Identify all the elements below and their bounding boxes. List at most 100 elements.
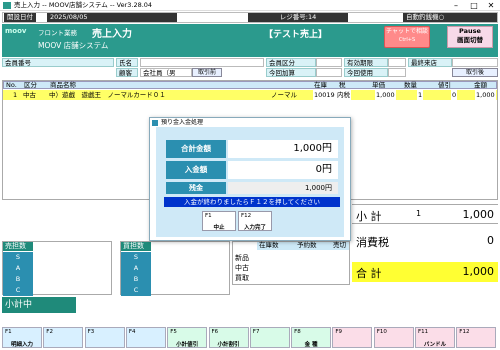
- fkey-label: 小計割引: [217, 342, 240, 348]
- points-add-field[interactable]: [316, 68, 342, 77]
- row-no: 1: [13, 91, 18, 99]
- name-field[interactable]: [140, 58, 264, 67]
- row-name: 中）遊戯 遊戯王 ノーマルカード０１: [49, 91, 166, 99]
- fkey-f3[interactable]: F3: [84, 327, 125, 348]
- f12-label: 入力完了: [243, 225, 266, 231]
- col-kubun: 区分: [24, 81, 37, 89]
- complete-f12-button[interactable]: F12 入力完了: [238, 211, 272, 231]
- tax-amount: 0: [487, 234, 494, 247]
- rank-c: C: [15, 286, 21, 294]
- points-use-field[interactable]: [388, 68, 406, 77]
- chat-button[interactable]: チャットで相談 Ctrl+S: [384, 26, 430, 48]
- summary-panel: 小 計 1 1,000 消費税 0 合 計 1,000: [352, 200, 498, 290]
- col-name: 商品名称: [50, 81, 76, 89]
- page-title: 売上入力: [92, 29, 132, 40]
- total-label: 合 計: [356, 267, 382, 280]
- stock-box: 在庫数 予約数 売切 新品 中古 買取: [232, 241, 350, 285]
- member-type-field[interactable]: [316, 58, 342, 67]
- f1-label: 中止: [213, 225, 225, 231]
- fkey-number: F9: [335, 329, 343, 335]
- dialog-title: 預り金入金処理: [161, 119, 204, 126]
- row-cond: ノーマル: [271, 91, 297, 99]
- fkey-f5[interactable]: F5 小計値引: [167, 327, 208, 348]
- name-label: 氏名: [116, 58, 138, 67]
- staff-grids: 売担数 SABC 買担数 SABC: [2, 241, 232, 296]
- fkey-f1[interactable]: F1 明細入力: [2, 327, 42, 348]
- fkey-f11[interactable]: F11 バンドル: [415, 327, 455, 348]
- buy-staff-grid: 買担数 SABC: [120, 241, 230, 296]
- fkey-f2[interactable]: F2: [43, 327, 84, 348]
- col-amount: 金額: [474, 81, 487, 89]
- tax-row: 消費税 0: [352, 230, 498, 252]
- fkey-f8[interactable]: F8 金 種: [291, 327, 332, 348]
- history-button[interactable]: 取引後: [452, 68, 498, 77]
- stock-col-2: 売切: [333, 241, 346, 249]
- total-row: 合 計 1,000: [352, 262, 498, 282]
- buy-ranks: SABC: [121, 252, 151, 296]
- fkey-label: 小計値引: [176, 342, 199, 348]
- last-visit-field[interactable]: [452, 58, 498, 67]
- paid-amount-label: 入金額: [166, 161, 226, 179]
- dialog-message: 入金が終わりましたらＦ１２を押してください: [164, 197, 340, 207]
- total-amount-label: 合計金額: [166, 140, 226, 158]
- rank-a: A: [15, 264, 21, 272]
- expiry-field[interactable]: [388, 58, 406, 67]
- fkey-f10[interactable]: F10: [373, 327, 414, 348]
- points-use-label: 今回使用: [344, 68, 388, 77]
- member-no-label: 会員番号: [2, 58, 114, 67]
- dialog-body: 合計金額 1,000円 入金額 0円 残金 1,000円 入金が終わりましたらＦ…: [156, 127, 344, 237]
- dept-label: フロント業務: [38, 29, 77, 37]
- row-tax: 内税: [336, 90, 351, 100]
- stock-header: 在庫数 予約数 売切: [257, 242, 349, 250]
- table-row[interactable]: 1 中古 中）遊戯 遊戯王 ノーマルカード０１ ノーマル 10019 内税 1,…: [3, 90, 497, 100]
- change-label: 残金: [166, 182, 226, 194]
- fkey-f6[interactable]: F6 小計割引: [208, 327, 249, 348]
- stock-rows: 新品 中古 買取: [233, 253, 257, 283]
- rank-b: B: [133, 275, 139, 283]
- pause-button[interactable]: Pause 画面切替: [447, 26, 493, 48]
- col-price: 単価: [372, 81, 385, 89]
- fkey-number: F10: [376, 329, 387, 335]
- rank-s: S: [133, 253, 139, 261]
- fkey-f12[interactable]: F12: [456, 327, 497, 348]
- fkey-f9[interactable]: F9: [332, 327, 373, 348]
- fkey-number: F5: [170, 329, 177, 335]
- fkey-f4[interactable]: F4: [125, 327, 166, 348]
- fkey-f7[interactable]: F7: [249, 327, 290, 348]
- fkey-number: F1: [5, 329, 12, 335]
- rank-b: B: [15, 275, 21, 283]
- expiry-label: 有効期限: [344, 58, 388, 67]
- tax-label: 消費税: [356, 236, 389, 249]
- cancel-f1-button[interactable]: F1 中止: [202, 211, 236, 231]
- fkey-number: F12: [459, 329, 470, 335]
- f1-key: F1: [205, 213, 212, 219]
- paid-amount-field[interactable]: 0円: [228, 161, 338, 179]
- cancel-button[interactable]: 取引前: [192, 68, 222, 77]
- col-no: No.: [6, 81, 17, 89]
- stock-col-0: 在庫数: [259, 241, 279, 249]
- customer-panel: 会員番号 氏名 会員区分 有効期限 最終来店 顧客 会社員（男 取引前 今回加算…: [2, 58, 498, 78]
- close-icon[interactable]: ✕: [483, 0, 499, 11]
- pause-sub: 画面切替: [457, 36, 483, 44]
- customer-field[interactable]: 会社員（男: [140, 68, 192, 77]
- row-disc: 0: [451, 90, 458, 100]
- col-stock: 在庫: [314, 81, 327, 89]
- mode-label: 【テスト売上】: [264, 30, 328, 40]
- last-visit-label: 最終来店: [408, 58, 452, 67]
- fkey-number: F3: [87, 329, 95, 335]
- logo-text: moov: [5, 27, 27, 35]
- dialog-icon: [152, 120, 158, 126]
- rank-a: A: [133, 264, 139, 272]
- register-number: レジ番号:14: [248, 13, 348, 22]
- store-name: MOOV 店舗システム: [38, 41, 109, 50]
- pause-label: Pause: [459, 27, 481, 35]
- minimize-icon[interactable]: –: [448, 0, 464, 11]
- fkey-label: 明細入力: [10, 342, 33, 348]
- maximize-icon[interactable]: □: [466, 0, 482, 11]
- sell-title: 売担数: [3, 242, 33, 251]
- fkey-number: F6: [211, 329, 219, 335]
- total-amount-value: 1,000円: [228, 140, 338, 158]
- sell-staff-grid: 売担数 SABC: [2, 241, 112, 296]
- deposit-dialog: 預り金入金処理 合計金額 1,000円 入金額 0円 残金 1,000円 入金が…: [149, 117, 351, 241]
- rank-c: C: [133, 286, 139, 294]
